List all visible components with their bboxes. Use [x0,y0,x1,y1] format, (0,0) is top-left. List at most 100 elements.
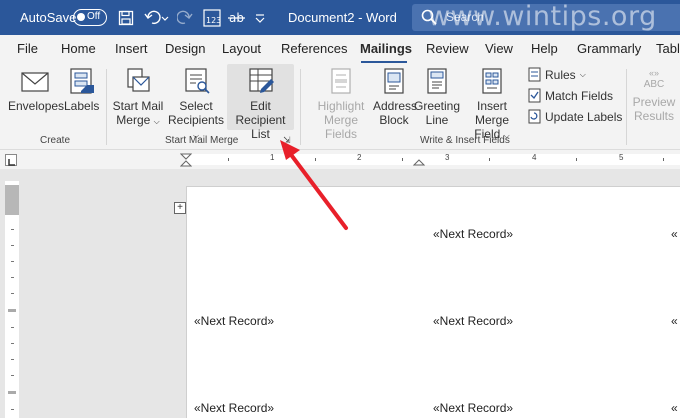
tab-table[interactable]: Tabl [656,41,680,56]
ruler-tick [663,158,664,161]
ruler-number: 3 [445,153,450,162]
rules-icon [528,67,541,82]
preview-arrows-icon: «» [648,68,659,78]
group-separator [626,69,627,145]
toggle-knob [77,13,85,21]
svg-text:123: 123 [206,16,221,25]
tab-file[interactable]: File [17,41,38,56]
highlight-line2: Merge Fields [323,113,358,141]
insert-merge-field-icon [482,68,502,94]
vertical-ruler[interactable] [5,181,19,418]
tab-references[interactable]: References [281,41,347,56]
cell-edge-marker: « [671,227,678,241]
customize-toolbar-icon[interactable] [253,8,267,28]
write-insert-group-label: Write & Insert Fields [420,135,510,146]
match-fields-icon [528,88,541,103]
ruler-tick [11,229,14,230]
tab-review[interactable]: Review [426,41,469,56]
document-page[interactable]: «Next Record» « «Next Record» «Next Reco… [186,186,680,418]
tab-view[interactable]: View [485,41,513,56]
autosave-label: AutoSave [20,10,77,25]
chevron-down-icon: ⌵ [579,69,586,79]
horizontal-ruler-row: 1 2 3 4 5 [0,149,680,169]
select-recipients-button[interactable]: Select Recipients ⌵ [166,67,226,143]
update-labels-button[interactable]: Update Labels [528,109,622,124]
ruler-tick [489,158,490,161]
numbering-icon[interactable]: 123 [202,8,222,28]
rules-button[interactable]: Rules ⌵ [528,67,586,82]
redo-icon[interactable] [176,8,194,28]
preview-results-button[interactable]: «» ABC Preview Results [632,68,676,123]
envelope-icon [21,72,49,92]
row-marker[interactable] [8,391,16,394]
ruler-number: 2 [357,153,362,162]
start-mail-merge-icon [127,68,150,92]
row-marker[interactable] [8,309,16,312]
merge-field-next-record[interactable]: «Next Record» [194,314,274,328]
ruler-number: 1 [270,153,275,162]
ruler-tick [402,158,403,161]
address-block-button[interactable]: Address Block [373,67,418,127]
start-mail-merge-button[interactable]: Start Mail Merge ⌵ [112,67,164,129]
merge-field-next-record[interactable]: «Next Record» [433,314,513,328]
address-block-icon [384,68,404,94]
highlight-merge-fields-button[interactable]: Highlight Merge Fields [307,67,375,141]
cell-edge-marker: « [671,401,678,415]
autosave-toggle[interactable]: Off [73,9,107,26]
edit-recipient-list-icon [248,68,274,93]
tab-home[interactable]: Home [61,41,96,56]
tab-layout[interactable]: Layout [222,41,261,56]
table-move-handle-icon[interactable]: + [174,202,186,214]
ruler-tick [576,158,577,161]
tab-design[interactable]: Design [165,41,205,56]
horizontal-ruler[interactable]: 1 2 3 4 5 [186,153,680,165]
tab-grammarly[interactable]: Grammarly [577,41,641,56]
create-group-label: Create [40,135,71,146]
ruler-tick [11,327,14,328]
update-labels-label: Update Labels [545,109,623,124]
preview-line2: Results [633,109,674,123]
tab-insert[interactable]: Insert [115,41,148,56]
labels-button[interactable]: Labels [64,67,99,113]
greeting-line-button[interactable]: Greeting Line [414,67,460,127]
ruler-tick [11,375,14,376]
title-bar: AutoSave Off 123 ab Document2 - Word Sea… [0,0,680,35]
merge-field-next-record[interactable]: «Next Record» [194,401,274,415]
labels-icon [70,68,94,94]
start-mail-merge-group-label: Start Mail Merge [165,135,239,146]
envelopes-label: Envelopes [8,99,65,113]
rules-label: Rules [545,67,576,82]
cell-edge-marker: « [671,314,678,328]
dialog-launcher-icon[interactable]: ⇲ [283,135,291,146]
indent-marker-icon[interactable] [180,153,192,167]
merge-field-next-record[interactable]: «Next Record» [433,227,513,241]
edit-recipient-list-line1: Edit [250,99,271,113]
abc-icon: ABC [643,79,665,90]
undo-icon[interactable] [143,8,171,28]
tab-selector[interactable] [5,154,17,166]
strikethrough-icon[interactable]: ab [228,8,246,28]
watermark: www.wintips.org [428,1,657,32]
greeting-line-line1: Greeting [414,99,461,113]
chevron-down-icon: ⌵ [153,117,160,126]
ruler-tick [11,293,14,294]
right-indent-marker-icon[interactable] [413,158,425,166]
envelopes-button[interactable]: Envelopes [8,69,65,113]
address-block-line1: Address [373,99,418,113]
tab-help[interactable]: Help [531,41,558,56]
insert-merge-field-button[interactable]: Insert Merge Field ⌵ [460,67,524,143]
group-separator [300,69,301,145]
highlight-merge-fields-icon [331,68,351,94]
select-recipients-line1: Select [179,99,213,113]
edit-recipient-list-button[interactable]: Edit Recipient List [227,67,294,141]
merge-field-next-record[interactable]: «Next Record» [433,401,513,415]
ruler-tick [11,343,14,344]
ruler-number: 5 [619,153,624,162]
ruler-tick [11,261,14,262]
update-labels-icon [528,109,541,124]
autosave-state: Off [87,11,101,22]
select-recipients-icon [185,68,210,94]
match-fields-button[interactable]: Match Fields [528,88,613,103]
tab-mailings[interactable]: Mailings [360,41,412,56]
save-icon[interactable] [117,8,135,28]
